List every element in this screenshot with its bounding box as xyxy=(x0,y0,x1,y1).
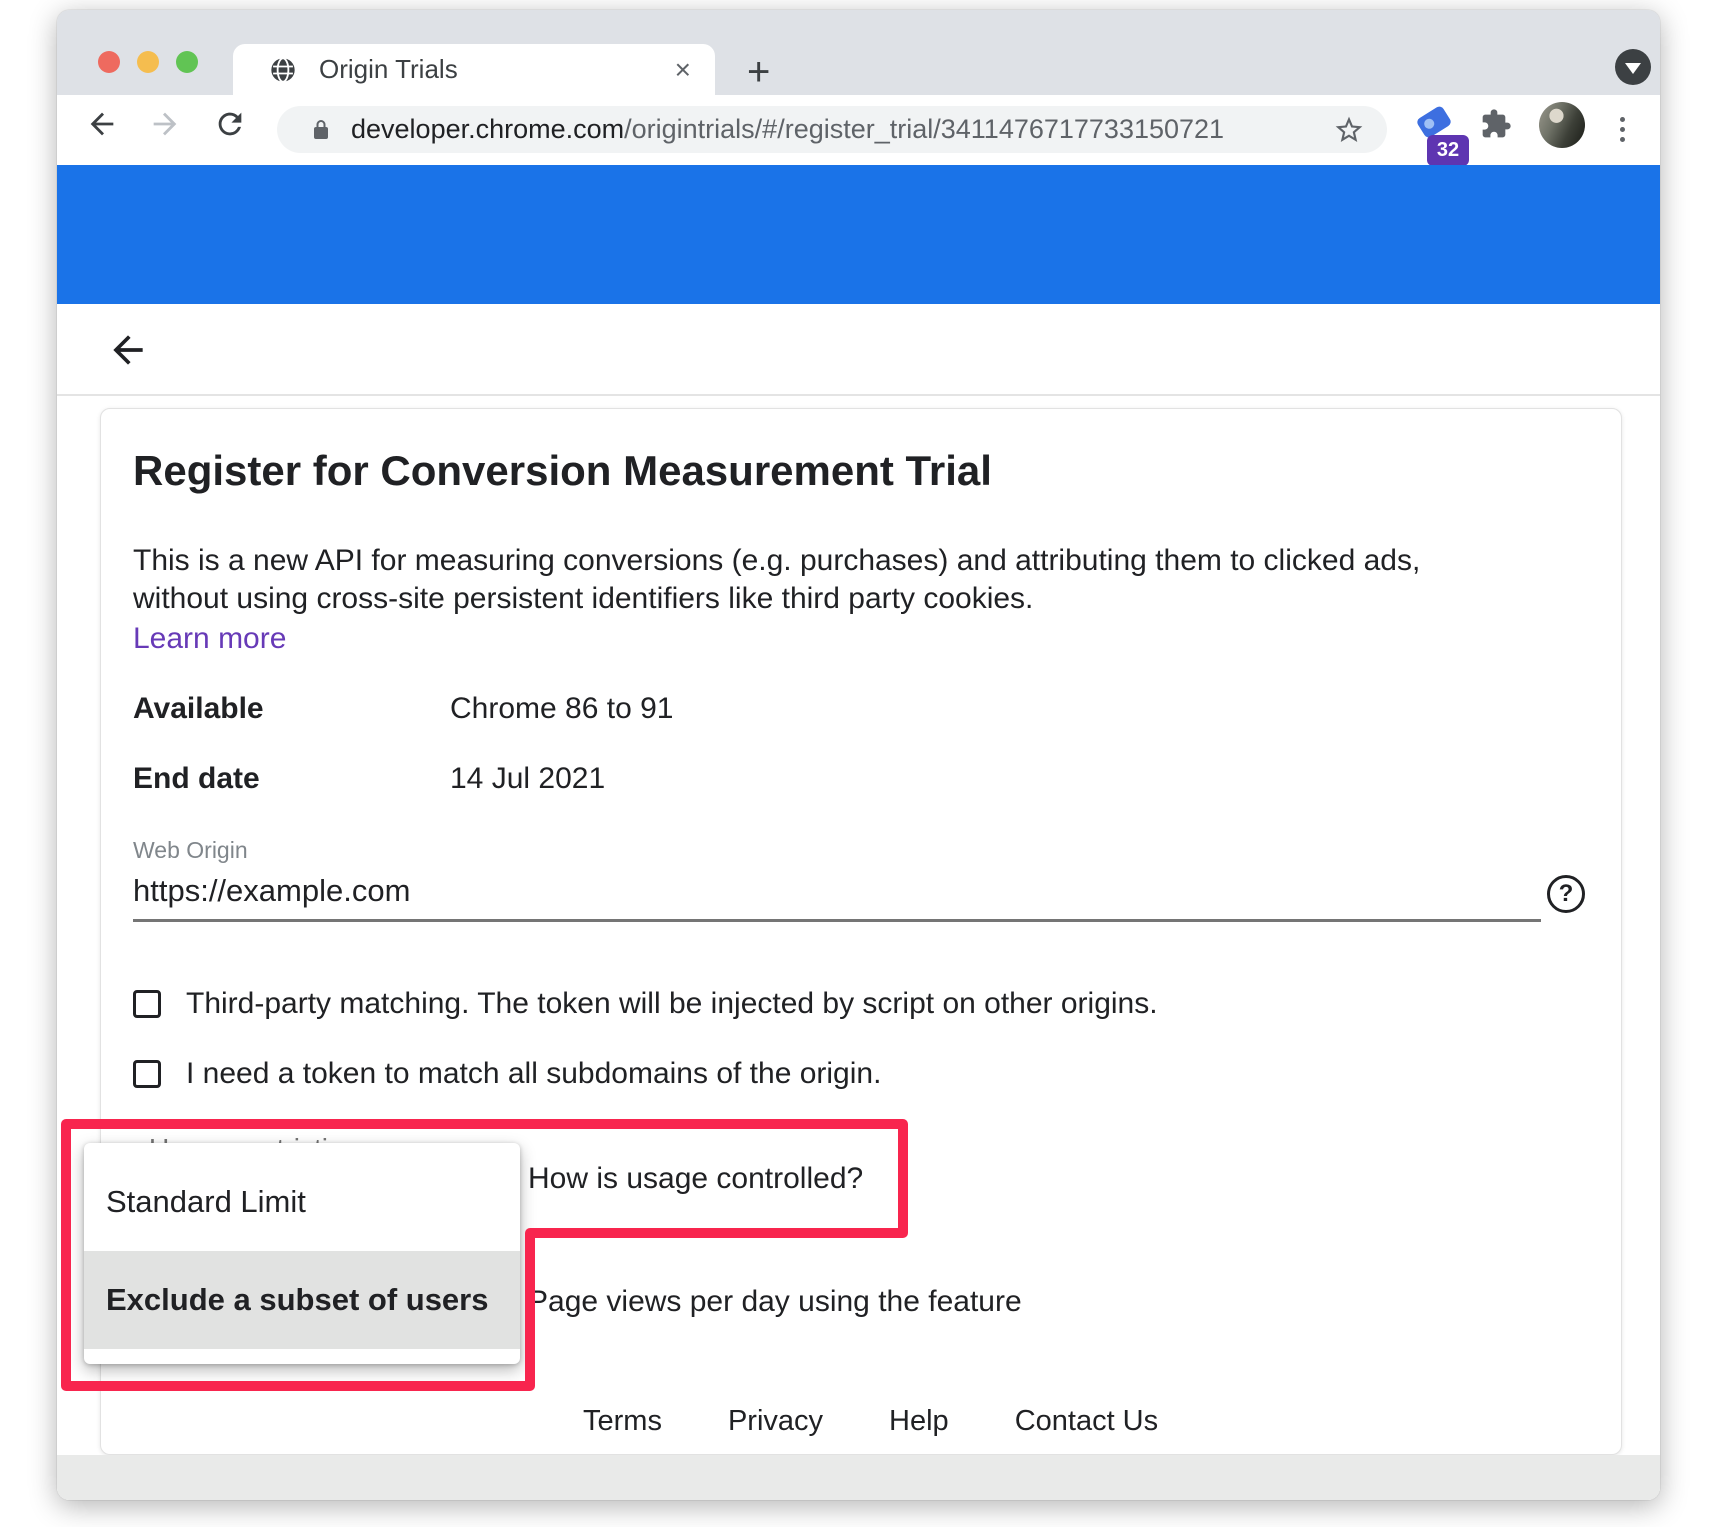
web-origin-label: Web Origin xyxy=(133,837,248,864)
available-value: Chrome 86 to 91 xyxy=(450,692,673,726)
footer-link-privacy[interactable]: Privacy xyxy=(728,1405,823,1438)
lock-icon xyxy=(309,118,333,142)
page-bottom-band xyxy=(57,1455,1660,1500)
subdomains-checkbox-label: I need a token to match all subdomains o… xyxy=(186,1057,881,1091)
usage-controlled-link[interactable]: How is usage controlled? xyxy=(528,1162,863,1196)
close-window-button[interactable] xyxy=(98,51,120,73)
tab-title: Origin Trials xyxy=(319,54,675,85)
dropdown-option-standard-limit[interactable]: Standard Limit xyxy=(84,1153,520,1251)
reload-icon[interactable] xyxy=(213,107,247,141)
tab-close-icon[interactable]: × xyxy=(675,56,691,84)
available-label: Available xyxy=(133,692,264,726)
page-toolbar xyxy=(57,304,1660,396)
web-origin-input[interactable]: https://example.com xyxy=(133,873,410,909)
trial-description: This is a new API for measuring conversi… xyxy=(133,542,1473,618)
page-back-icon[interactable] xyxy=(106,328,150,372)
address-bar[interactable]: developer.chrome.com/origintrials/#/regi… xyxy=(277,106,1387,153)
screenshot-root: Origin Trials × + developer.chrome.com/o… xyxy=(0,0,1718,1527)
url-path: /origintrials/#/register_trial/341147671… xyxy=(624,114,1224,144)
app-header: Chrome Origin Trials xyxy=(57,165,1660,304)
minimize-window-button[interactable] xyxy=(137,51,159,73)
back-icon[interactable] xyxy=(85,107,119,141)
browser-menu-icon[interactable] xyxy=(1616,109,1628,149)
end-date-label: End date xyxy=(133,762,260,796)
learn-more-link[interactable]: Learn more xyxy=(133,622,286,656)
tab-strip: Origin Trials × + xyxy=(57,10,1660,95)
subdomains-checkbox-row: I need a token to match all subdomains o… xyxy=(133,1057,881,1091)
url-host: developer.chrome.com xyxy=(351,114,624,144)
extensions-puzzle-icon[interactable] xyxy=(1480,108,1512,140)
subdomains-checkbox[interactable] xyxy=(133,1060,161,1088)
browser-window: Origin Trials × + developer.chrome.com/o… xyxy=(57,10,1660,1500)
bookmark-star-icon[interactable] xyxy=(1333,114,1365,146)
third-party-checkbox-row: Third-party matching. The token will be … xyxy=(133,987,1158,1021)
tab-origin-trials[interactable]: Origin Trials × xyxy=(233,44,715,95)
tab-search-button[interactable] xyxy=(1615,49,1651,85)
footer-link-contact-us[interactable]: Contact Us xyxy=(1015,1405,1158,1438)
browser-toolbar: developer.chrome.com/origintrials/#/regi… xyxy=(57,95,1660,165)
usage-restrictions-dropdown: Standard Limit Exclude a subset of users xyxy=(84,1143,520,1364)
dropdown-option-exclude-subset[interactable]: Exclude a subset of users xyxy=(84,1251,520,1349)
page-title: Register for Conversion Measurement Tria… xyxy=(133,447,992,495)
third-party-checkbox-label: Third-party matching. The token will be … xyxy=(186,987,1158,1021)
url-text: developer.chrome.com/origintrials/#/regi… xyxy=(351,114,1333,145)
usage-hint-text: Page views per day using the feature xyxy=(528,1285,1022,1319)
new-tab-button[interactable]: + xyxy=(747,50,770,95)
forward-icon[interactable] xyxy=(148,107,182,141)
third-party-checkbox[interactable] xyxy=(133,990,161,1018)
web-origin-underline xyxy=(133,919,1541,922)
globe-favicon-icon xyxy=(269,56,297,84)
chevron-down-icon xyxy=(1625,63,1641,74)
extension-badge: 32 xyxy=(1427,135,1469,166)
profile-avatar[interactable] xyxy=(1539,102,1585,148)
footer-link-terms[interactable]: Terms xyxy=(583,1405,662,1438)
help-icon[interactable]: ? xyxy=(1547,875,1585,913)
zoom-window-button[interactable] xyxy=(176,51,198,73)
footer-link-help[interactable]: Help xyxy=(889,1405,949,1438)
footer-links: Terms Privacy Help Contact Us xyxy=(583,1405,1158,1438)
end-date-value: 14 Jul 2021 xyxy=(450,762,605,796)
